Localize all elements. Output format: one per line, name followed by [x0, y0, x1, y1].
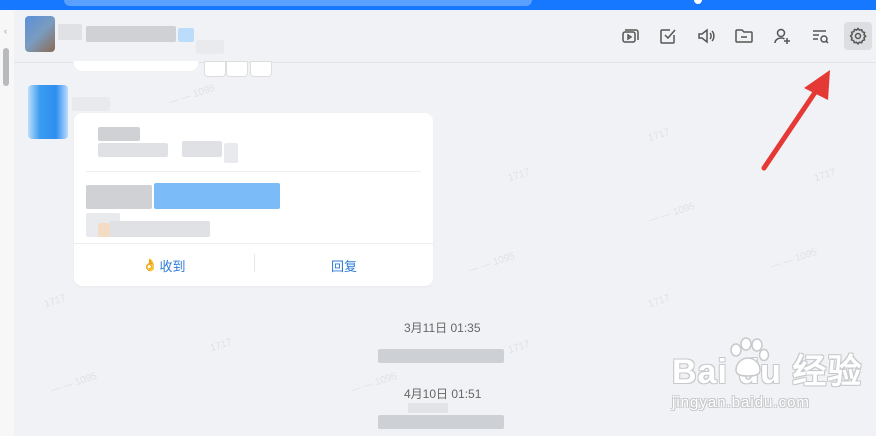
tasks-button[interactable]: [654, 22, 682, 50]
files-button[interactable]: [730, 22, 758, 50]
chat-title-blurred: [58, 24, 82, 40]
top-indicator: [694, 0, 702, 4]
sender-avatar[interactable]: [28, 85, 68, 139]
more-icon[interactable]: [250, 61, 272, 77]
conversation-list-edge: ‹: [0, 10, 14, 436]
reaction-icon[interactable]: [226, 61, 248, 77]
add-member-icon: [774, 28, 790, 44]
previous-message-bubble: [74, 61, 198, 71]
chat-toolbar: [616, 22, 872, 50]
reply-button[interactable]: 回复: [255, 244, 433, 286]
top-search-field[interactable]: [64, 0, 532, 6]
card-title-blurred: [98, 143, 168, 157]
scrollbar[interactable]: [3, 48, 9, 86]
settings-button[interactable]: [844, 22, 872, 50]
chat-avatar[interactable]: [25, 16, 55, 52]
message-text-blurred: [378, 415, 504, 429]
search-history-button[interactable]: [806, 22, 834, 50]
acknowledge-button[interactable]: 👌 收到: [74, 244, 254, 286]
acknowledge-label: 收到: [159, 258, 186, 274]
card-title-blurred: [224, 143, 238, 163]
message-card: 👌 收到 回复: [74, 113, 433, 286]
video-icon: [622, 29, 639, 43]
message-timestamp: 4月10日 01:51: [404, 387, 482, 401]
red-annotation-arrow: [761, 70, 830, 171]
ok-hand-icon: 👌: [142, 258, 158, 272]
card-title-blurred: [182, 141, 222, 157]
gear-icon: [849, 27, 867, 46]
top-bar: [0, 0, 876, 10]
announcement-button[interactable]: [692, 22, 720, 50]
card-body-blurred: [86, 185, 152, 209]
card-link-blurred[interactable]: [154, 183, 280, 209]
chat-title-blurred: [196, 40, 224, 54]
read-status-icon: [204, 61, 226, 77]
chat-title-blurred: [86, 26, 176, 42]
card-title-blurred: [98, 127, 140, 141]
speaker-icon: [698, 28, 715, 44]
baidu-jingyan-watermark: Bai du 经验 jingyan.baidu.com: [672, 337, 876, 436]
card-body-blurred: [110, 221, 210, 237]
video-call-button[interactable]: [616, 22, 644, 50]
reply-label: 回复: [330, 258, 357, 274]
card-divider: [86, 171, 421, 172]
sender-name-blurred: [72, 97, 110, 111]
chat-header: [14, 10, 876, 63]
chat-title-blurred: [178, 28, 194, 42]
paw-logo-icon: [730, 337, 770, 377]
message-text-blurred: [378, 349, 504, 363]
message-timestamp: 3月11日 01:35: [404, 321, 481, 335]
collapse-arrow-icon[interactable]: ‹: [4, 26, 7, 36]
task-check-icon: [660, 29, 676, 44]
search-history-icon: [813, 30, 829, 44]
watermark-url: jingyan.baidu.com: [672, 394, 810, 411]
message-text-blurred: [408, 403, 448, 413]
card-footer: 👌 收到 回复: [74, 243, 433, 286]
add-member-button[interactable]: [768, 22, 796, 50]
folder-icon: [735, 29, 753, 43]
card-body-blurred: [98, 223, 110, 237]
